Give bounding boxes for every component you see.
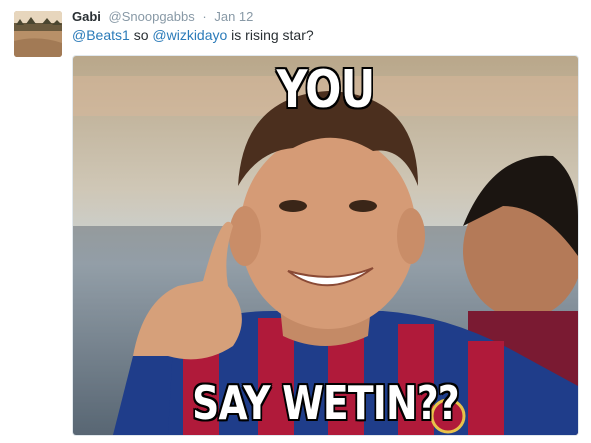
tweet-text-part: is rising star? [227,27,314,43]
author-name[interactable]: Gabi [72,9,101,24]
tweet-card: Gabi @Snoopgabbs · Jan 12 @Beats1 so @wi… [0,0,591,443]
avatar[interactable] [14,11,62,57]
mention-link-wizkidayo[interactable]: @wizkidayo [152,27,227,43]
meme-top-text: YOU [276,60,376,120]
separator-dot: · [202,9,207,24]
tweet-header: Gabi @Snoopgabbs · Jan 12 [72,8,253,25]
author-handle[interactable]: @Snoopgabbs [109,9,195,24]
tweet-media[interactable]: YOU SAY WETIN?? [72,55,579,436]
avatar-image [14,11,62,57]
tweet-text-part: so [129,27,153,43]
tweet-date[interactable]: Jan 12 [214,9,253,24]
tweet-text: @Beats1 so @wizkidayo is rising star? [72,26,314,45]
meme-bottom-text: SAY WETIN?? [192,376,459,430]
mention-link-beats1[interactable]: @Beats1 [72,27,130,43]
